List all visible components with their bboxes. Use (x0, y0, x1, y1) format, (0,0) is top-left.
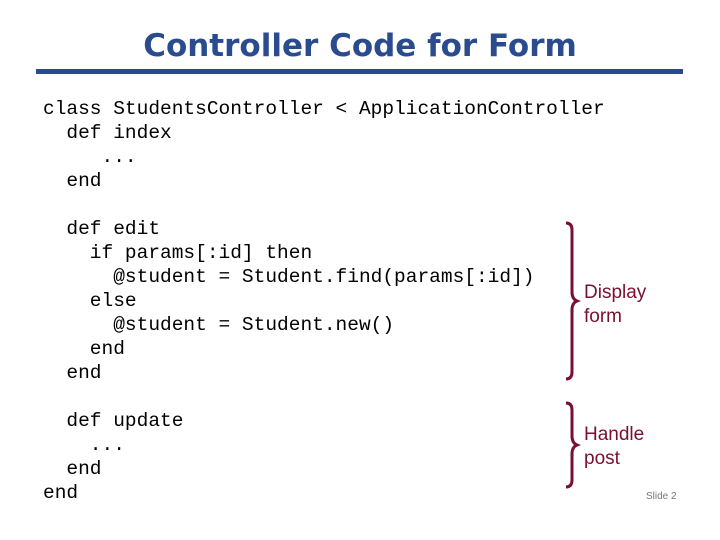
code-line: end (43, 170, 102, 192)
slide-number: Slide 2 (646, 491, 677, 502)
title-underline (36, 69, 683, 74)
code-block-class-header: class StudentsController < ApplicationCo… (43, 97, 605, 193)
annotation-line: post (584, 448, 620, 469)
code-line: def update (43, 410, 184, 432)
right-brace-icon (565, 221, 582, 381)
code-line: class StudentsController < ApplicationCo… (43, 98, 605, 120)
annotation-handle-post: Handle post (584, 423, 644, 471)
code-line: if params[:id] then (43, 242, 313, 264)
code-line: end (43, 458, 102, 480)
annotation-line: Display (584, 282, 647, 303)
code-line: end (43, 338, 125, 360)
annotation-line: Handle (584, 424, 645, 445)
code-block-edit: def edit if params[:id] then @student = … (43, 217, 534, 385)
slide-title: Controller Code for Form (143, 28, 577, 64)
code-line: end (43, 482, 79, 504)
annotation-line: form (584, 306, 622, 327)
code-line: def edit (43, 218, 161, 240)
code-line: else (43, 290, 137, 312)
code-line: end (43, 362, 102, 384)
code-line: ... (43, 434, 125, 456)
code-line: ... (43, 146, 137, 168)
code-block-update: def update ... end end (43, 409, 183, 505)
code-line: @student = Student.new() (43, 314, 395, 336)
code-line: @student = Student.find(params[:id]) (43, 266, 535, 288)
annotation-display-form: Display form (584, 281, 646, 329)
right-brace-icon (565, 401, 582, 489)
code-line: def index (43, 122, 172, 144)
